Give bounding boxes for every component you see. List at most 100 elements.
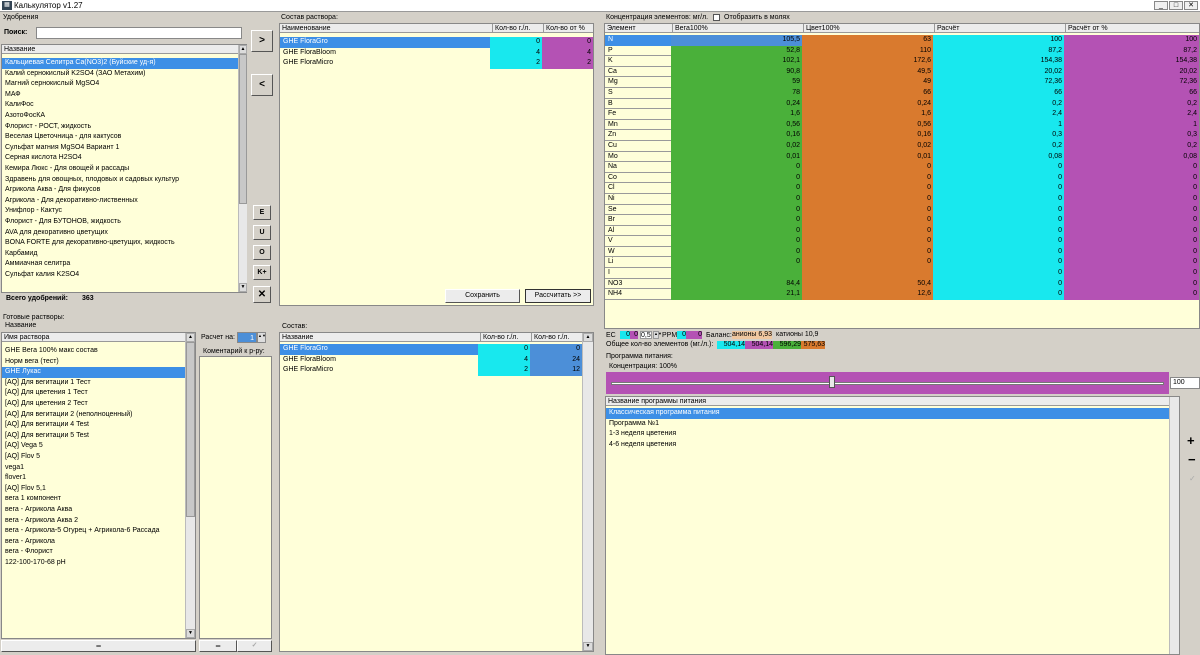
ready-col-name[interactable]: Имя раствора bbox=[2, 333, 185, 342]
o-button[interactable]: O bbox=[253, 245, 271, 260]
sostav-scrollbar[interactable]: ▲ ▼ bbox=[582, 333, 593, 651]
program-item[interactable]: 4-6 неделя цветения bbox=[606, 440, 1169, 451]
search-input[interactable] bbox=[36, 27, 242, 39]
solution-item[interactable]: вега - Флорист bbox=[2, 547, 185, 558]
fertilizer-item[interactable]: Флорист - РОСТ, жидкость bbox=[2, 122, 238, 133]
update-button[interactable]: U bbox=[253, 225, 271, 240]
solution-item[interactable]: [AQ] Flov 5,1 bbox=[2, 484, 185, 495]
solution-item[interactable]: GHE Лукас bbox=[2, 367, 185, 378]
col-grams[interactable]: Кол-во г./л. bbox=[492, 24, 530, 32]
composition-row[interactable]: GHE FloraMicro 2 2 bbox=[280, 58, 593, 69]
col-bloom[interactable]: Цвет100% bbox=[803, 24, 840, 32]
remove-from-composition-button[interactable]: < bbox=[251, 74, 273, 96]
solution-item[interactable]: [AQ] Для вегитации 2 (неполноценный) bbox=[2, 410, 185, 421]
solution-item[interactable]: GHE Вега 100% макс состав bbox=[2, 346, 185, 357]
minimize-button[interactable]: _ bbox=[1154, 1, 1168, 10]
close-icon[interactable]: ✕ bbox=[1184, 1, 1198, 10]
comment-apply-button[interactable]: ✓ bbox=[237, 640, 272, 652]
remove-program-button[interactable]: − bbox=[1188, 452, 1196, 467]
fert-scrollbar[interactable]: ▲ ▼ bbox=[238, 45, 247, 292]
ready-scrollbar[interactable]: ▲ ▼ bbox=[185, 333, 195, 638]
composition-row[interactable]: GHE FloraGro 0 0 bbox=[280, 37, 593, 48]
edit-program-button[interactable]: ✓ bbox=[1189, 474, 1196, 483]
solution-item[interactable]: [AQ] Для вегитации 5 Test bbox=[2, 431, 185, 442]
solution-item[interactable]: Норм вега (тест) bbox=[2, 357, 185, 368]
concentration-slider[interactable] bbox=[606, 372, 1169, 394]
solution-item[interactable]: вега - Агрикола Аква 2 bbox=[2, 516, 185, 527]
composition-percent[interactable]: 4 bbox=[542, 47, 593, 59]
fertilizer-item[interactable]: Агрикола Аква - Для фикусов bbox=[2, 185, 238, 196]
sostav-row[interactable]: GHE FloraMicro 2 12 bbox=[280, 365, 582, 376]
solution-item[interactable]: вега - Агрикола-5 Огурец + Агрикола-6 Ра… bbox=[2, 526, 185, 537]
composition-percent[interactable]: 2 bbox=[542, 58, 593, 69]
program-col-name[interactable]: Название программы питания bbox=[606, 397, 1169, 406]
solution-item[interactable]: [AQ] Для вегитации 4 Test bbox=[2, 420, 185, 431]
fertilizer-item[interactable]: Сульфат магния MgSO4 Вариант 1 bbox=[2, 143, 238, 154]
col-calc-percent[interactable]: Расчёт от % bbox=[1065, 24, 1108, 32]
fert-col-name[interactable]: Название bbox=[2, 45, 238, 54]
ec-spinner[interactable]: ▲▼ bbox=[653, 331, 662, 339]
fertilizer-item[interactable]: Веселая Цветочница - для кактусов bbox=[2, 132, 238, 143]
composition-grams[interactable]: 0 bbox=[490, 37, 542, 48]
program-item[interactable]: Программа №1 bbox=[606, 419, 1169, 430]
fertilizer-item[interactable]: BONA FORTE для декоративно-цветущих, жид… bbox=[2, 238, 238, 249]
program-scrollbar[interactable] bbox=[1169, 397, 1179, 654]
comment-delete-button[interactable]: − bbox=[199, 640, 237, 652]
solution-item[interactable]: [AQ] Flov 5 bbox=[2, 452, 185, 463]
save-button[interactable]: Сохранить bbox=[445, 289, 520, 303]
fertilizer-item[interactable]: Карбамид bbox=[2, 249, 238, 260]
fertilizer-item[interactable]: АзотоФосКА bbox=[2, 111, 238, 122]
solution-item[interactable]: [AQ] Для цветения 1 Тест bbox=[2, 388, 185, 399]
maximize-button[interactable]: □ bbox=[1169, 1, 1183, 10]
calculate-button[interactable]: Рассчитать >> bbox=[525, 289, 591, 303]
solution-item[interactable]: 122-100-170-68 pH bbox=[2, 558, 185, 569]
add-program-button[interactable]: + bbox=[1187, 433, 1195, 448]
calc-on-spinner[interactable]: ▲▼ bbox=[257, 332, 266, 343]
fertilizer-item[interactable]: Магний сернокислый MgSO4 bbox=[2, 79, 238, 90]
solution-item[interactable]: [AQ] Для цветения 2 Тест bbox=[2, 399, 185, 410]
col-vega[interactable]: Вега100% bbox=[672, 24, 708, 32]
fertilizer-item[interactable]: Флорист - Для БУТОНОВ, жидкость bbox=[2, 217, 238, 228]
solution-item[interactable]: flover1 bbox=[2, 473, 185, 484]
slider-thumb[interactable] bbox=[829, 376, 836, 388]
calc-on-input[interactable]: 1 bbox=[237, 332, 257, 343]
composition-grams[interactable]: 4 bbox=[490, 47, 542, 59]
sostav-row[interactable]: GHE FloraGro 0 0 bbox=[280, 344, 582, 355]
fertilizer-item[interactable]: Агрикола - Для декоративно-лиственных bbox=[2, 196, 238, 207]
comment-textarea[interactable] bbox=[199, 356, 272, 639]
fertilizer-item[interactable]: Унифлор - Кактус bbox=[2, 206, 238, 217]
fertilizer-item[interactable]: МАФ bbox=[2, 90, 238, 101]
sostav-row[interactable]: GHE FloraBloom 4 24 bbox=[280, 354, 582, 366]
fertilizer-item[interactable]: Серная кислота H2SO4 bbox=[2, 153, 238, 164]
fertilizer-item[interactable]: Аммиачная селитра bbox=[2, 259, 238, 270]
k-plus-button[interactable]: K+ bbox=[253, 265, 271, 280]
fertilizer-item[interactable]: Здравень для овощных, плодовых и садовых… bbox=[2, 175, 238, 186]
col-calc[interactable]: Расчёт bbox=[934, 24, 960, 32]
delete-button[interactable]: ✕ bbox=[253, 286, 271, 303]
solution-item[interactable]: [AQ] Vega 5 bbox=[2, 441, 185, 452]
fertilizer-item[interactable]: AVA для декоративно цветущих bbox=[2, 228, 238, 239]
sostav-col-name[interactable]: Название bbox=[282, 333, 313, 341]
solution-item[interactable]: вега - Агрикола bbox=[2, 537, 185, 548]
program-item[interactable]: 1-3 неделя цветения bbox=[606, 429, 1169, 440]
composition-grams[interactable]: 2 bbox=[490, 58, 542, 69]
solution-item[interactable]: вега - Агрикола Аква bbox=[2, 505, 185, 516]
add-to-composition-button[interactable]: > bbox=[251, 30, 273, 52]
fertilizer-item[interactable]: Калий сернокислый K2SO4 (ЗАО Метахим) bbox=[2, 69, 238, 80]
solution-item[interactable]: [AQ] Для вегитации 1 Тест bbox=[2, 378, 185, 389]
fertilizer-item[interactable]: Кемира Люкс - Для овощей и рассады bbox=[2, 164, 238, 175]
ec-coef-input[interactable]: 0,5 bbox=[640, 331, 652, 339]
composition-row[interactable]: GHE FloraBloom 4 4 bbox=[280, 47, 593, 59]
concentration-value-input[interactable]: 100 bbox=[1170, 377, 1200, 389]
solution-item[interactable]: вега 1 компонент bbox=[2, 494, 185, 505]
program-item[interactable]: Классическая программа питания bbox=[606, 408, 1169, 419]
sostav-col-grams[interactable]: Кол-во г./л. bbox=[480, 333, 518, 341]
solution-item[interactable]: vega1 bbox=[2, 463, 185, 474]
col-name[interactable]: Наименование bbox=[282, 24, 331, 32]
fertilizer-item[interactable]: Кальциевая Селитра Ca(NO3)2 (Буйские уд-… bbox=[2, 58, 238, 69]
col-element[interactable]: Элемент bbox=[607, 24, 636, 32]
fertilizer-item[interactable]: КалиФос bbox=[2, 100, 238, 111]
composition-percent[interactable]: 0 bbox=[542, 37, 593, 48]
delete-solution-button[interactable]: − bbox=[1, 640, 196, 652]
sostav-col-grams-2[interactable]: Кол-во г./л. bbox=[531, 333, 569, 341]
